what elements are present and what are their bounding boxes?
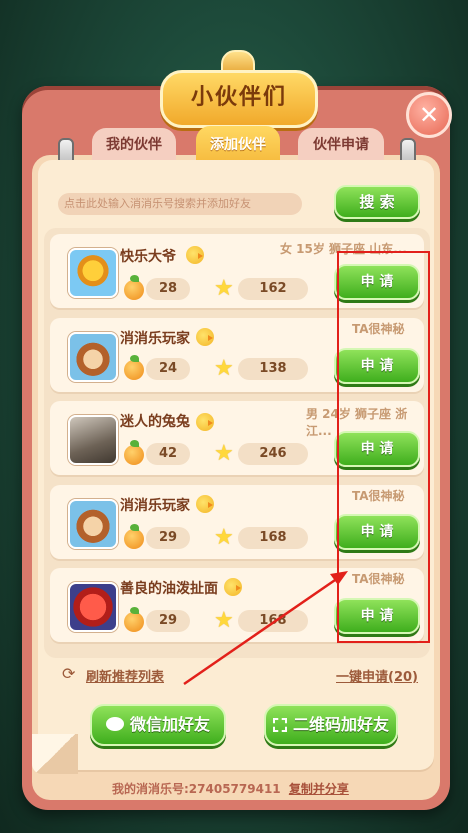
apply-all-link[interactable]: 一键申请(20) (336, 666, 418, 685)
page-curl-decoration (32, 734, 78, 774)
wechat-add-friend-label: 微信加好友 (129, 715, 210, 734)
refresh-icon: ⟳ (62, 664, 76, 683)
refresh-list-link[interactable]: 刷新推荐列表 (86, 666, 164, 685)
annotation-arrow (183, 571, 348, 686)
qr-code-icon (272, 718, 287, 732)
wechat-icon (105, 717, 124, 731)
my-id-footer: 我的消消乐号:27405779411 复制并分享 (112, 780, 349, 797)
qr-add-friend-button[interactable]: 二维码加好友 (264, 704, 398, 746)
qr-add-friend-label: 二维码加好友 (292, 715, 389, 734)
copy-share-link[interactable]: 复制并分享 (289, 782, 349, 796)
my-id-label: 我的消消乐号:27405779411 (112, 782, 281, 796)
wechat-add-friend-button[interactable]: 微信加好友 (90, 704, 226, 746)
